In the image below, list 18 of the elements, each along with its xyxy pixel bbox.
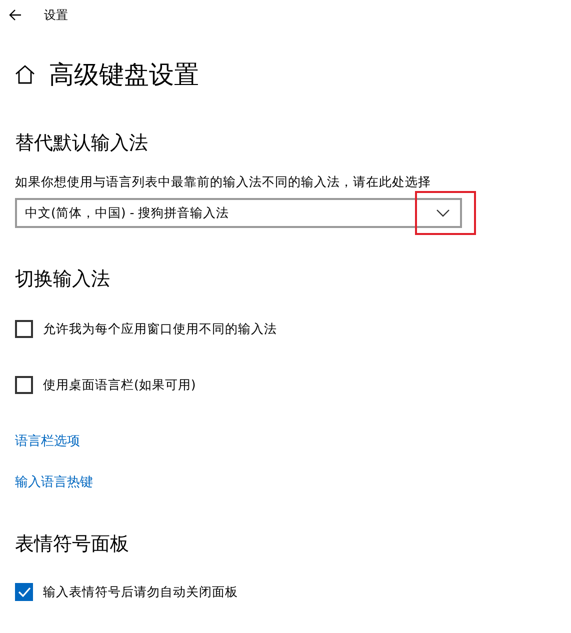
checkbox[interactable]	[15, 376, 33, 394]
dropdown[interactable]: 中文(简体，中国) - 搜狗拼音输入法	[15, 198, 462, 228]
page-title: 高级键盘设置	[49, 58, 199, 90]
checkbox[interactable]	[15, 320, 33, 338]
section-heading: 表情符号面板	[15, 532, 130, 557]
link[interactable]: 输入语言热键	[15, 473, 93, 491]
back-icon[interactable]	[9, 9, 22, 21]
checkbox-label: 允许我为每个应用窗口使用不同的输入法	[43, 320, 277, 338]
link[interactable]: 语言栏选项	[15, 432, 80, 450]
checkbox[interactable]	[15, 583, 33, 601]
checkbox-label: 使用桌面语言栏(如果可用)	[43, 376, 196, 394]
home-icon[interactable]	[15, 64, 35, 84]
description-text: 如果你想使用与语言列表中最靠前的输入法不同的输入法，请在此处选择	[15, 174, 432, 191]
section-heading: 切换输入法	[15, 267, 111, 292]
chevron-down-icon	[436, 209, 450, 217]
window-title: 设置	[44, 6, 68, 24]
section-heading: 替代默认输入法	[15, 131, 149, 156]
checkbox-label: 输入表情符号后请勿自动关闭面板	[43, 584, 238, 600]
